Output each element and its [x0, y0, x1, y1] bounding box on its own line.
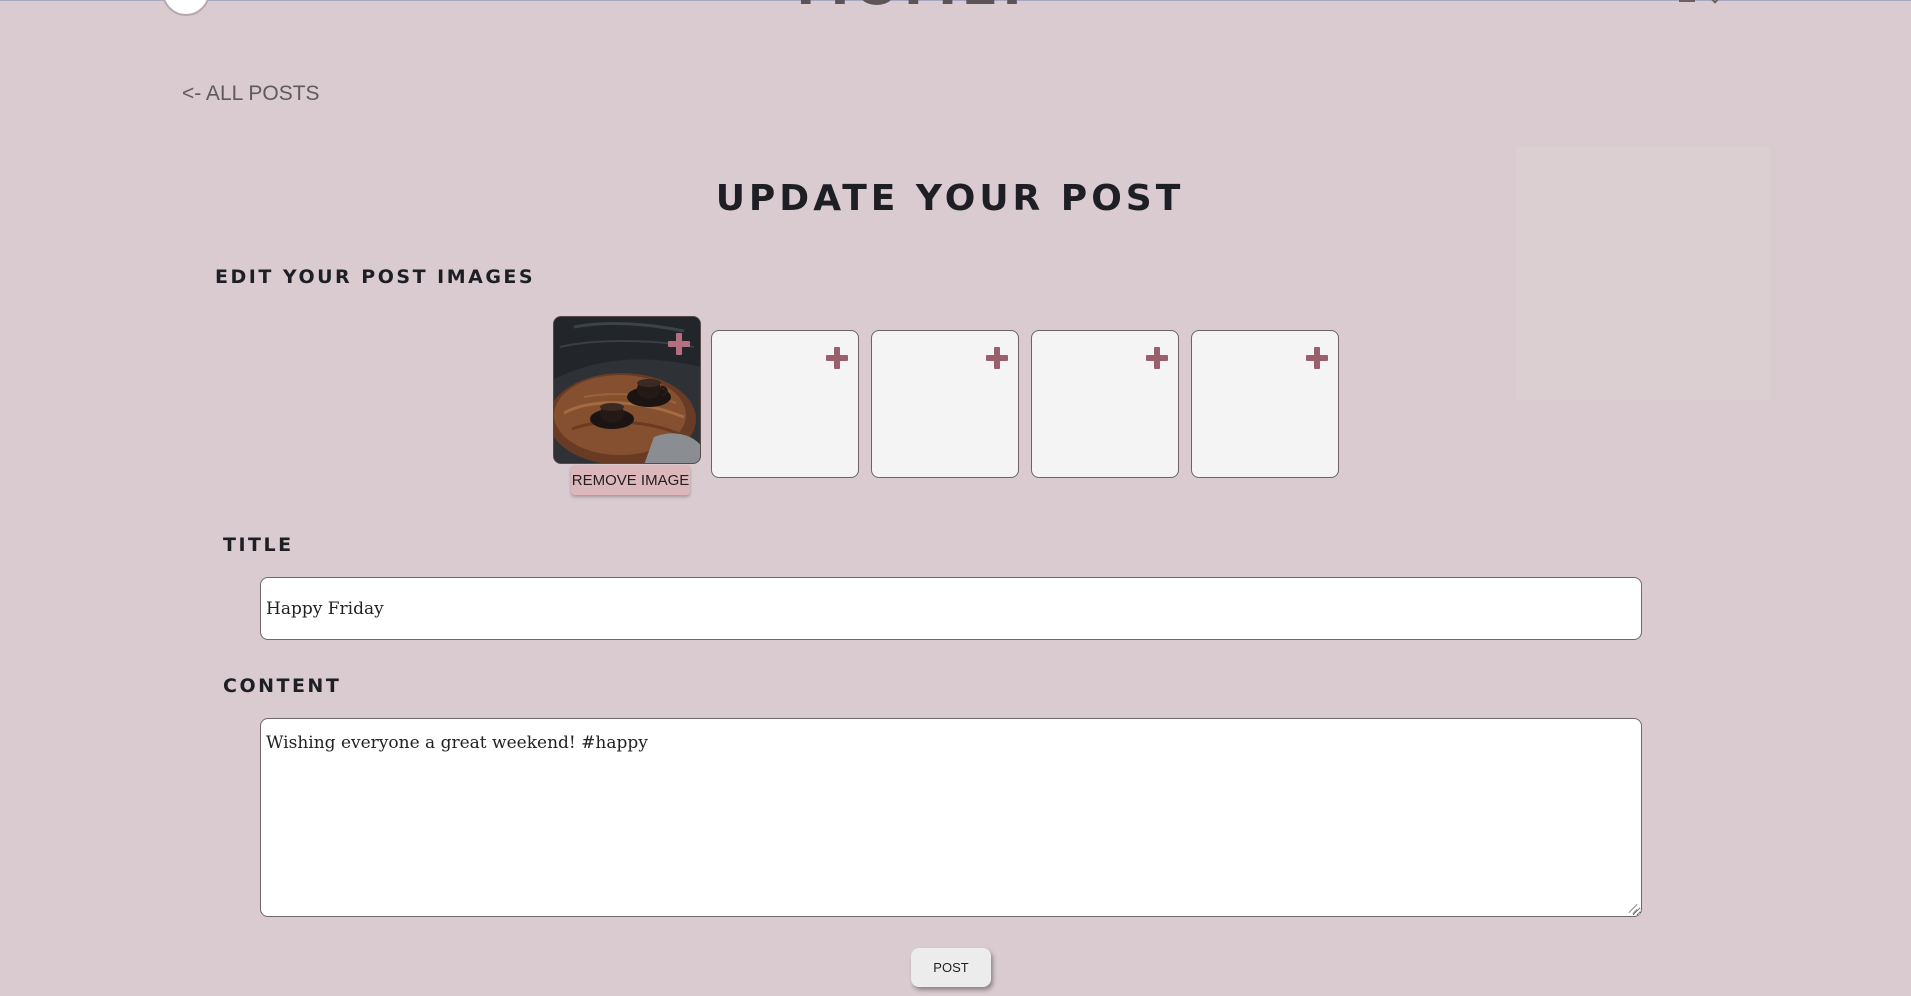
image-slot-4[interactable] — [1031, 330, 1179, 478]
resize-handle-icon[interactable] — [1628, 903, 1638, 913]
menu-icon[interactable] — [1679, 0, 1695, 2]
image-slot-1[interactable] — [553, 316, 701, 464]
remove-image-button[interactable]: REMOVE IMAGE — [571, 465, 690, 495]
logo-avatar[interactable] — [162, 0, 210, 16]
add-image-plus-icon[interactable] — [1306, 347, 1328, 369]
brand-logo[interactable]: MOMENT — [796, 0, 1026, 12]
image-slot-2[interactable] — [711, 330, 859, 478]
add-image-plus-icon[interactable] — [1146, 347, 1168, 369]
add-image-plus-icon[interactable] — [986, 347, 1008, 369]
images-section-label: EDIT YOUR POST IMAGES — [215, 266, 536, 288]
post-submit-button[interactable]: POST — [911, 948, 991, 987]
image-slot-5[interactable] — [1191, 330, 1339, 478]
image-slot-3[interactable] — [871, 330, 1019, 478]
page-title: UPDATE YOUR POST — [715, 178, 1185, 219]
add-image-plus-icon[interactable] — [826, 347, 848, 369]
title-input[interactable] — [260, 577, 1642, 640]
header-icons — [1675, 0, 1735, 4]
content-textarea[interactable]: Wishing everyone a great weekend! #happy — [260, 718, 1642, 917]
content-label: CONTENT — [223, 675, 342, 697]
title-label: TITLE — [223, 534, 294, 556]
back-to-all-posts-link[interactable]: <- ALL POSTS — [182, 82, 320, 106]
chevron-down-icon[interactable] — [1709, 0, 1721, 4]
add-image-plus-icon[interactable] — [668, 333, 690, 355]
